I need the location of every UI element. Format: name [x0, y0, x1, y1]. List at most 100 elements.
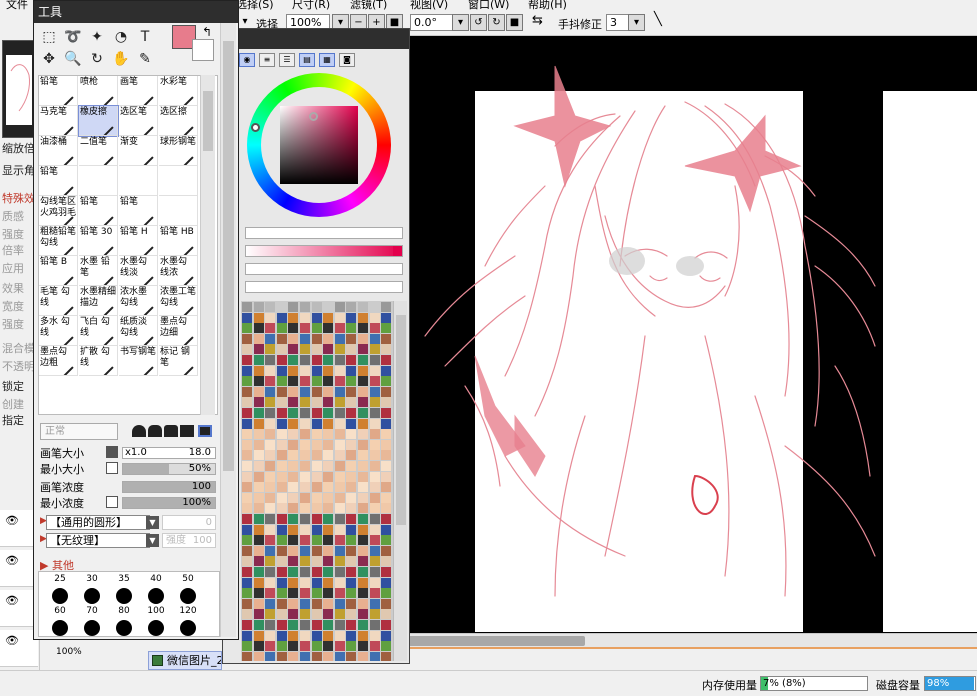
rotate-left-icon[interactable]: ↺ — [470, 14, 487, 31]
color-swatch[interactable] — [323, 609, 334, 620]
color-swatch[interactable] — [346, 376, 357, 387]
color-swatch[interactable] — [242, 471, 252, 482]
color-swatch[interactable] — [242, 524, 252, 535]
color-swatch[interactable] — [265, 651, 276, 661]
color-swatch[interactable] — [369, 418, 380, 429]
color-swatch[interactable] — [242, 408, 252, 418]
color-swatch[interactable] — [334, 408, 345, 418]
color-swatch[interactable] — [346, 302, 357, 312]
color-swatch[interactable] — [300, 397, 310, 408]
color-swatch[interactable] — [334, 598, 345, 609]
color-swatch[interactable] — [334, 620, 345, 630]
color-swatch[interactable] — [311, 302, 322, 312]
color-swatch[interactable] — [381, 408, 392, 418]
color-swatch[interactable] — [323, 482, 334, 493]
color-swatch[interactable] — [276, 365, 287, 376]
color-swatch[interactable] — [253, 630, 264, 641]
color-swatch[interactable] — [300, 545, 310, 556]
color-swatch[interactable] — [300, 344, 310, 355]
color-swatch[interactable] — [253, 312, 264, 323]
color-swatch[interactable] — [253, 302, 264, 312]
hsv-slider-tab-icon[interactable]: ☰ — [279, 53, 295, 67]
color-swatch[interactable] — [265, 429, 276, 440]
stabilizer-field[interactable]: 3 — [606, 14, 630, 31]
color-swatch[interactable] — [265, 514, 276, 524]
color-swatch[interactable] — [311, 355, 322, 365]
color-swatch[interactable] — [334, 514, 345, 524]
brush-item[interactable]: 铅笔 — [39, 76, 78, 106]
color-slider-4[interactable] — [245, 281, 403, 293]
brush-item[interactable]: 选区笔 — [119, 106, 158, 136]
color-swatch[interactable] — [381, 333, 392, 344]
menu-help[interactable]: 帮助(H) — [528, 0, 567, 10]
color-swatch[interactable] — [242, 588, 252, 599]
color-swatch[interactable] — [300, 514, 310, 524]
color-swatch[interactable] — [242, 651, 252, 661]
color-slider-3[interactable] — [245, 263, 403, 275]
color-swatch[interactable] — [265, 418, 276, 429]
color-swatch[interactable] — [323, 630, 334, 641]
color-swatch[interactable] — [288, 577, 299, 588]
color-swatch[interactable] — [311, 439, 322, 450]
color-swatch[interactable] — [369, 641, 380, 652]
color-swatch[interactable] — [323, 450, 334, 461]
color-swatch[interactable] — [323, 418, 334, 429]
color-swatch[interactable] — [276, 397, 287, 408]
color-swatch[interactable] — [288, 535, 299, 546]
color-swatch[interactable] — [369, 567, 380, 577]
color-swatch[interactable] — [265, 397, 276, 408]
color-swatch[interactable] — [323, 535, 334, 546]
color-swatch[interactable] — [369, 461, 380, 471]
color-swatch[interactable] — [276, 609, 287, 620]
brush-item[interactable]: 水彩笔 — [159, 76, 198, 106]
color-swatch[interactable] — [288, 492, 299, 503]
brush-item[interactable]: 毛笔 勾线 — [39, 286, 78, 316]
hand-icon[interactable]: ✋ — [110, 49, 132, 69]
color-swatch[interactable] — [369, 471, 380, 482]
color-swatch[interactable] — [265, 535, 276, 546]
color-swatch[interactable] — [253, 556, 264, 567]
color-swatch[interactable] — [276, 524, 287, 535]
color-swatch[interactable] — [253, 408, 264, 418]
color-swatch[interactable] — [334, 355, 345, 365]
color-swatch[interactable] — [288, 471, 299, 482]
color-swatch[interactable] — [288, 641, 299, 652]
rotate-right-icon[interactable]: ↻ — [488, 14, 505, 31]
color-swatch[interactable] — [334, 461, 345, 471]
color-swatch[interactable] — [334, 482, 345, 493]
texture-dropdown-icon[interactable]: ▼ — [146, 534, 159, 547]
color-swatch[interactable] — [276, 312, 287, 323]
size-preset-dot[interactable] — [52, 588, 68, 604]
color-swatch[interactable] — [300, 641, 310, 652]
color-swatch[interactable] — [334, 588, 345, 599]
color-swatch[interactable] — [323, 641, 334, 652]
color-swatch[interactable] — [265, 492, 276, 503]
eyedropper-icon[interactable]: ✎ — [134, 49, 156, 69]
color-swatch[interactable] — [276, 567, 287, 577]
color-swatch[interactable] — [358, 598, 368, 609]
brush-item[interactable]: 粗糙铅笔 勾线 — [39, 226, 78, 256]
color-swatch[interactable] — [300, 535, 310, 546]
color-swatch[interactable] — [311, 609, 322, 620]
color-swatch[interactable] — [288, 524, 299, 535]
edge-soft-icon[interactable] — [132, 425, 146, 437]
brush-item[interactable]: 浓水墨 勾线 — [119, 286, 158, 316]
brush-item[interactable]: 马克笔 — [39, 106, 78, 136]
color-swatch[interactable] — [242, 397, 252, 408]
color-swatch[interactable] — [346, 630, 357, 641]
color-swatch[interactable] — [288, 556, 299, 567]
brush-item[interactable]: 浓墨工笔 勾线 — [159, 286, 198, 316]
color-swatch[interactable] — [311, 588, 322, 599]
color-swatch[interactable] — [323, 376, 334, 387]
color-swatch[interactable] — [311, 641, 322, 652]
color-swatch[interactable] — [346, 418, 357, 429]
color-swatch[interactable] — [323, 397, 334, 408]
brush-item[interactable]: 铅笔 H — [119, 226, 158, 256]
color-swatch[interactable] — [334, 397, 345, 408]
menu-window[interactable]: 窗口(W) — [468, 0, 509, 10]
size-preset-dot[interactable] — [180, 620, 196, 636]
color-swatch[interactable] — [311, 365, 322, 376]
color-swatch[interactable] — [311, 397, 322, 408]
brush-item[interactable]: 水墨勾 线浓 — [159, 256, 198, 286]
color-swatch[interactable] — [311, 651, 322, 661]
